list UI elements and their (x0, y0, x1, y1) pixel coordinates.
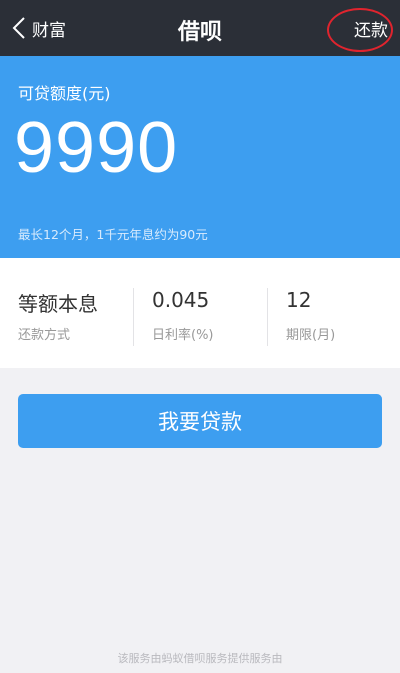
apply-loan-button[interactable]: 我要贷款 (18, 394, 382, 448)
back-label: 财富 (32, 20, 66, 41)
daily-rate-value: 0.045 (152, 288, 210, 312)
credit-limit-label: 可贷额度(元) (18, 84, 111, 103)
credit-limit-panel: 可贷额度(元) 9990 最长12个月，1千元年息约为90元 (0, 56, 400, 258)
footer-service-text: 该服务由蚂蚁借呗服务提供服务由 (117, 652, 283, 665)
back-button[interactable]: 财富 (12, 13, 66, 43)
navigation-bar: 财富 借呗 还款 (0, 0, 400, 56)
stat-divider (267, 288, 268, 346)
repay-button[interactable]: 还款 (354, 13, 388, 43)
repayment-method-value: 等额本息 (18, 292, 98, 316)
daily-rate-label: 日利率(%) (152, 328, 214, 343)
credit-limit-amount: 9990 (14, 108, 179, 188)
chevron-left-icon (12, 17, 25, 39)
loan-term-note: 最长12个月，1千元年息约为90元 (18, 227, 208, 242)
term-label: 期限(月) (286, 328, 336, 343)
loan-details: 等额本息 还款方式 0.045 日利率(%) 12 期限(月) (0, 258, 400, 368)
repayment-method-label: 还款方式 (18, 328, 71, 343)
stat-divider (133, 288, 134, 346)
term-value: 12 (286, 288, 312, 312)
